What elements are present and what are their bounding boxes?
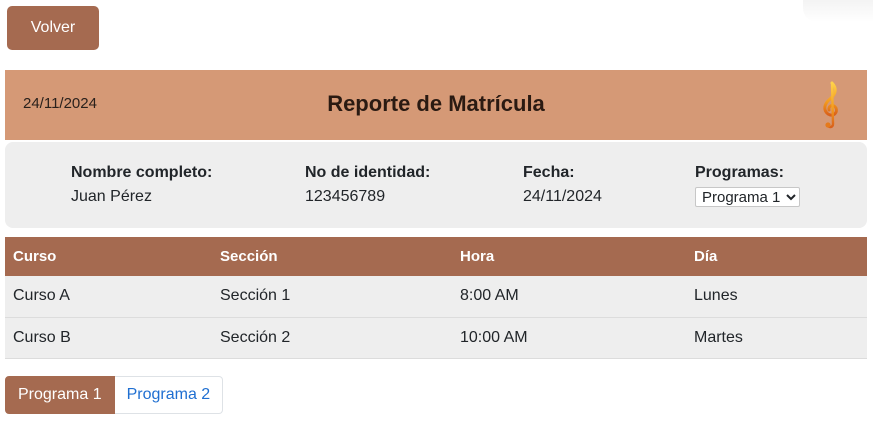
table-header-row: Curso Sección Hora Día: [5, 237, 867, 276]
date-value: 24/11/2024: [523, 188, 602, 205]
courses-table: Curso Sección Hora Día Curso A Sección 1…: [5, 237, 867, 359]
page-title: Reporte de Matrícula: [327, 91, 545, 116]
music-note-icon: [819, 80, 843, 130]
report-header: 24/11/2024 Reporte de Matrícula: [5, 70, 867, 140]
cell-dia: Lunes: [686, 276, 867, 318]
id-value: 123456789: [305, 188, 386, 205]
student-info-card: Nombre completo: Juan Pérez No de identi…: [5, 142, 867, 228]
column-header-curso: Curso: [5, 237, 212, 276]
column-header-hora: Hora: [452, 237, 686, 276]
name-label: Nombre completo:: [71, 164, 213, 181]
cell-dia: Martes: [686, 317, 867, 359]
cell-curso: Curso A: [5, 276, 212, 318]
date-label: Fecha:: [523, 164, 575, 181]
programs-label: Programas:: [695, 164, 784, 181]
id-label: No de identidad:: [305, 164, 431, 181]
cell-hora: 10:00 AM: [452, 317, 686, 359]
date-field: Fecha: 24/11/2024: [523, 163, 602, 207]
name-field: Nombre completo: Juan Pérez: [71, 163, 212, 207]
back-button[interactable]: Volver: [7, 6, 99, 50]
cell-curso: Curso B: [5, 317, 212, 359]
table-row: Curso B Sección 2 10:00 AM Martes: [5, 317, 867, 359]
program-pagination: Programa 1 Programa 2: [5, 376, 224, 414]
cell-seccion: Sección 2: [212, 317, 452, 359]
top-right-decoration: [803, 0, 873, 22]
programs-select[interactable]: Programa 1: [695, 187, 800, 207]
page-programa-2[interactable]: Programa 2: [114, 376, 224, 414]
cell-seccion: Sección 1: [212, 276, 452, 318]
programs-field: Programas: Programa 1: [695, 163, 800, 207]
cell-hora: 8:00 AM: [452, 276, 686, 318]
column-header-seccion: Sección: [212, 237, 452, 276]
table-row: Curso A Sección 1 8:00 AM Lunes: [5, 276, 867, 318]
page-programa-1[interactable]: Programa 1: [5, 376, 115, 414]
name-value: Juan Pérez: [71, 188, 152, 205]
column-header-dia: Día: [686, 237, 867, 276]
id-field: No de identidad: 123456789: [305, 163, 430, 207]
